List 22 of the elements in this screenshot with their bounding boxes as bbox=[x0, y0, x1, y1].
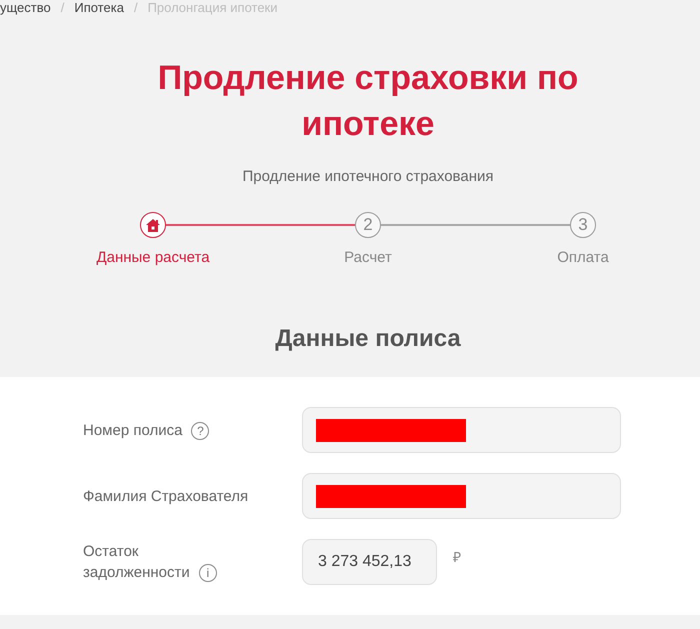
amount-field[interactable]: 3 273 452,13 bbox=[302, 539, 437, 585]
step-label: Оплата bbox=[557, 249, 609, 266]
step-number: 3 bbox=[570, 212, 596, 238]
step-label: Данные расчета bbox=[96, 249, 210, 266]
breadcrumb-separator: / bbox=[134, 0, 138, 16]
breadcrumb-separator: / bbox=[60, 0, 64, 16]
breadcrumb-link[interactable]: Ипотека bbox=[74, 0, 124, 16]
input-field[interactable] bbox=[302, 473, 621, 519]
step-number: 2 bbox=[355, 212, 381, 238]
page-title: Продление страховки по ипотеке bbox=[156, 58, 580, 145]
house-icon bbox=[146, 218, 160, 232]
currency-sign: ₽ bbox=[453, 548, 461, 566]
field-label: Остаток задолженности bbox=[83, 543, 190, 581]
hint-icon[interactable]: ? bbox=[191, 422, 210, 440]
page-subtitle: Продление ипотечного страхования bbox=[242, 167, 494, 187]
field-label: Номер полиса bbox=[83, 422, 182, 438]
step-label: Расчет bbox=[344, 249, 392, 266]
field-label: Фамилия Страхователя bbox=[83, 488, 248, 504]
input-field[interactable] bbox=[302, 407, 621, 453]
section-title: Данные полиса bbox=[275, 324, 461, 354]
hint-icon[interactable]: i bbox=[198, 564, 217, 582]
breadcrumb-link[interactable]: ущество bbox=[0, 0, 51, 16]
